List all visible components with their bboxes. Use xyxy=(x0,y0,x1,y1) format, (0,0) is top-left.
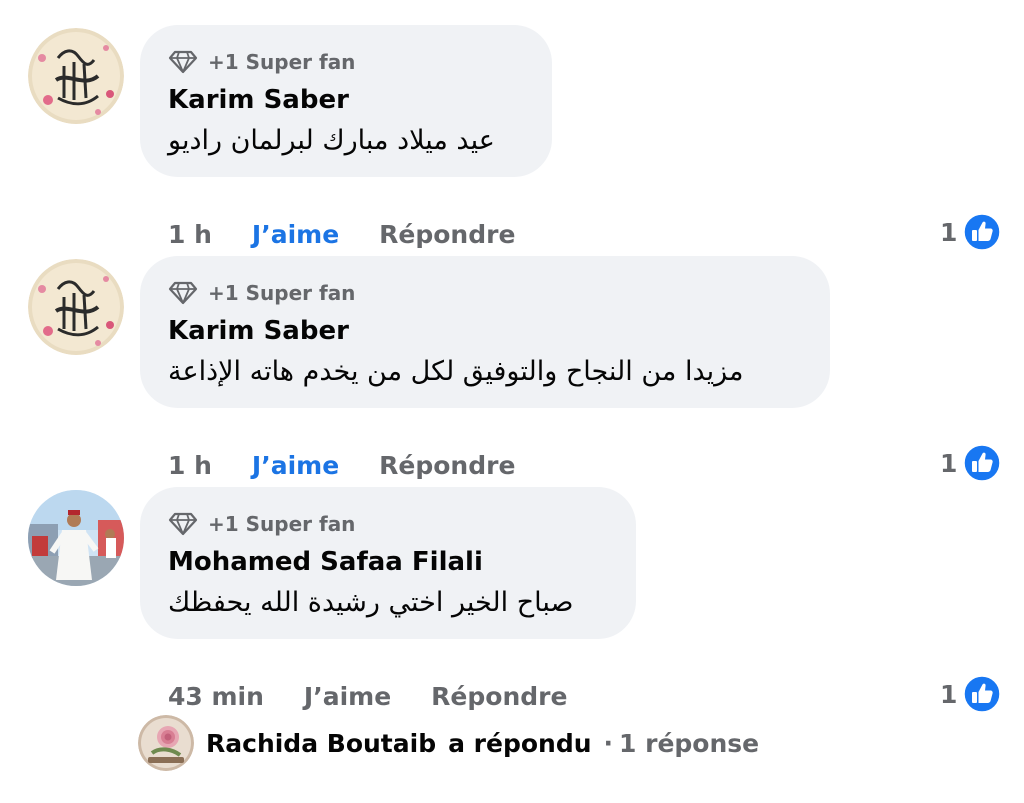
diamond-icon xyxy=(168,281,198,305)
comment: +1 Super fan Mohamed Safaa Filali صباح ا… xyxy=(0,487,1024,720)
comment-actions: 1 h J’aime Répondre xyxy=(168,216,515,252)
badge-label: +1 Super fan xyxy=(208,50,356,74)
super-fan-badge: +1 Super fan xyxy=(168,278,355,308)
thumbs-up-reaction-icon xyxy=(963,213,1002,251)
comment-actions: 43 min J’aime Répondre xyxy=(168,678,567,714)
comment-author[interactable]: Karim Saber xyxy=(168,314,349,348)
reaction-count: 1 xyxy=(940,217,958,247)
thumbs-up-reaction-icon xyxy=(963,444,1002,482)
comment-bubble: +1 Super fan Mohamed Safaa Filali صباح ا… xyxy=(140,487,636,639)
comment-text: عيد ميلاد مبارك لبرلمان راديو xyxy=(168,125,495,156)
reaction-count: 1 xyxy=(940,679,958,709)
reply-button[interactable]: Répondre xyxy=(379,451,515,480)
comment-author[interactable]: Karim Saber xyxy=(168,83,349,117)
comment-bubble: +1 Super fan Karim Saber مزيدا من النجاح… xyxy=(140,256,830,408)
comment-timestamp[interactable]: 43 min xyxy=(168,682,264,711)
reaction-summary[interactable]: 1 xyxy=(940,212,1002,252)
replied-label: a répondu xyxy=(448,728,592,758)
comment-text: صباح الخير اختي رشيدة الله يحفظك xyxy=(168,587,574,618)
rose-avatar-image xyxy=(138,715,194,771)
comment-timestamp[interactable]: 1 h xyxy=(168,451,212,480)
comment-bubble: +1 Super fan Karim Saber عيد ميلاد مبارك… xyxy=(140,25,552,177)
avatar[interactable] xyxy=(28,259,124,355)
reply-button[interactable]: Répondre xyxy=(431,682,567,711)
comment-text: مزيدا من النجاح والتوفيق لكل من يخدم هات… xyxy=(168,356,744,387)
diamond-icon xyxy=(168,50,198,74)
separator-dot: · xyxy=(603,728,614,758)
comment-author[interactable]: Mohamed Safaa Filali xyxy=(168,545,483,579)
comment: +1 Super fan Karim Saber عيد ميلاد مبارك… xyxy=(0,25,1024,258)
like-button[interactable]: J’aime xyxy=(252,220,339,249)
reaction-count: 1 xyxy=(940,448,958,478)
thumbs-up-reaction-icon xyxy=(963,675,1002,713)
super-fan-badge: +1 Super fan xyxy=(168,509,355,539)
comments-thread: +1 Super fan Karim Saber عيد ميلاد مبارك… xyxy=(0,0,1024,803)
comment-timestamp[interactable]: 1 h xyxy=(168,220,212,249)
avatar[interactable] xyxy=(28,28,124,124)
like-button[interactable]: J’aime xyxy=(304,682,391,711)
reaction-summary[interactable]: 1 xyxy=(940,443,1002,483)
badge-label: +1 Super fan xyxy=(208,281,356,305)
badge-label: +1 Super fan xyxy=(208,512,356,536)
avatar xyxy=(138,715,194,771)
reply-count: 1 réponse xyxy=(619,728,760,758)
calligraphy-avatar-image xyxy=(28,28,124,124)
reaction-summary[interactable]: 1 xyxy=(940,674,1002,714)
replier-name: Rachida Boutaib xyxy=(206,728,437,758)
avatar[interactable] xyxy=(28,490,124,586)
comment-actions: 1 h J’aime Répondre xyxy=(168,447,515,483)
view-replies-link[interactable]: Rachida Boutaib a répondu · 1 réponse xyxy=(138,714,759,772)
reply-button[interactable]: Répondre xyxy=(379,220,515,249)
diamond-icon xyxy=(168,512,198,536)
comment: +1 Super fan Karim Saber مزيدا من النجاح… xyxy=(0,256,1024,489)
like-button[interactable]: J’aime xyxy=(252,451,339,480)
calligraphy-avatar-image xyxy=(28,259,124,355)
person-photo-avatar-image xyxy=(28,490,124,586)
super-fan-badge: +1 Super fan xyxy=(168,47,355,77)
